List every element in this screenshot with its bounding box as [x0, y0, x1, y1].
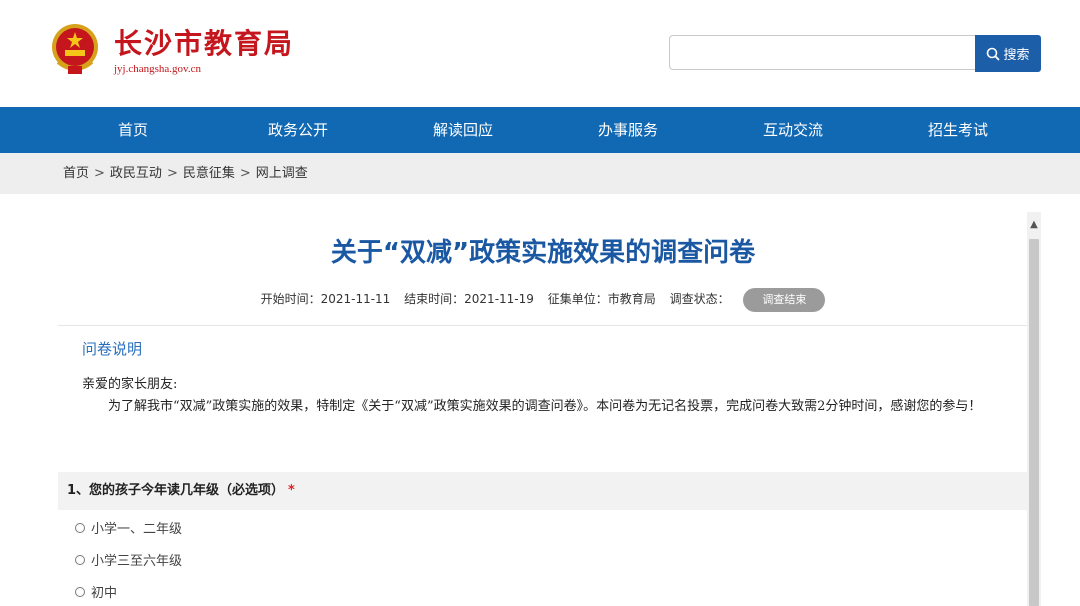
search-button[interactable]: 搜索	[975, 35, 1041, 72]
breadcrumb-bar: 首页 > 政民互动 > 民意征集 > 网上调查	[0, 153, 1080, 194]
radio-button[interactable]	[75, 586, 85, 597]
search-icon	[987, 47, 1001, 61]
site-header: 长沙市教育局 jyj.changsha.gov.cn 搜索	[0, 0, 1080, 107]
survey-end-time: 结束时间：2021-11-19	[404, 292, 534, 306]
question-title: 1、您的孩子今年读几年级（必选项） *	[58, 472, 1028, 510]
survey-meta: 开始时间：2021-11-11 结束时间：2021-11-19 征集单位：市教育…	[58, 288, 1028, 312]
nav-item-services[interactable]: 办事服务	[568, 107, 688, 153]
survey-start-time: 开始时间：2021-11-11	[260, 292, 391, 306]
breadcrumb-separator: >	[239, 166, 251, 181]
option-grade-3-6[interactable]: 小学三至六年级	[75, 550, 182, 569]
intro-body: 为了解我市“双减”政策实施的效果，特制定《关于“双减”政策实施效果的调查问卷》。…	[108, 399, 982, 414]
search-input[interactable]	[669, 35, 975, 70]
breadcrumb-item-survey[interactable]: 网上调查	[256, 166, 308, 181]
breadcrumb-separator: >	[94, 166, 105, 181]
radio-button[interactable]	[75, 522, 85, 533]
scroll-up-icon[interactable]: ▲	[1027, 218, 1041, 232]
site-domain: jyj.changsha.gov.cn	[114, 63, 201, 75]
option-label: 小学一、二年级	[91, 522, 183, 537]
intro-greeting: 亲爱的家长朋友:	[82, 377, 178, 392]
site-name[interactable]: 长沙市教育局	[114, 22, 294, 62]
option-label: 初中	[91, 586, 118, 601]
breadcrumb-separator: >	[166, 166, 178, 181]
required-mark: *	[288, 483, 295, 498]
breadcrumb-item-home[interactable]: 首页	[63, 166, 89, 181]
radio-button[interactable]	[75, 554, 85, 565]
nav-item-government-affairs[interactable]: 政务公开	[238, 107, 358, 153]
nav-item-interaction[interactable]: 互动交流	[733, 107, 853, 153]
divider	[58, 325, 1028, 326]
breadcrumb-item-opinion[interactable]: 民意征集	[183, 166, 235, 181]
scrollbar-thumb[interactable]	[1029, 239, 1039, 606]
status-badge: 调查结束	[743, 288, 826, 312]
breadcrumb-item-interaction[interactable]: 政民互动	[110, 166, 162, 181]
search-button-label: 搜索	[1003, 48, 1030, 63]
nav-item-interpretation[interactable]: 解读回应	[403, 107, 523, 153]
main-nav: 首页 政务公开 解读回应 办事服务 互动交流 招生考试	[0, 107, 1080, 153]
breadcrumb: 首页 > 政民互动 > 民意征集 > 网上调查	[63, 153, 308, 194]
intro-heading: 问卷说明	[82, 340, 143, 358]
national-emblem-icon	[52, 24, 98, 74]
question-text: 1、您的孩子今年读几年级（必选项）	[67, 483, 285, 498]
survey-content: 关于“双减”政策实施效果的调查问卷 开始时间：2021-11-11 结束时间：2…	[58, 210, 1028, 606]
nav-item-home[interactable]: 首页	[73, 107, 193, 153]
option-grade-1-2[interactable]: 小学一、二年级	[75, 518, 182, 537]
option-label: 小学三至六年级	[91, 554, 183, 569]
nav-item-admissions[interactable]: 招生考试	[898, 107, 1018, 153]
survey-organizer: 征集单位：市教育局	[547, 292, 656, 306]
survey-status-label: 调查状态：	[669, 292, 730, 306]
survey-title: 关于“双减”政策实施效果的调查问卷	[330, 238, 756, 268]
option-junior-high[interactable]: 初中	[75, 582, 117, 601]
intro-text: 亲爱的家长朋友: 为了解我市“双减”政策实施的效果，特制定《关于“双减”政策实施…	[82, 374, 1010, 418]
